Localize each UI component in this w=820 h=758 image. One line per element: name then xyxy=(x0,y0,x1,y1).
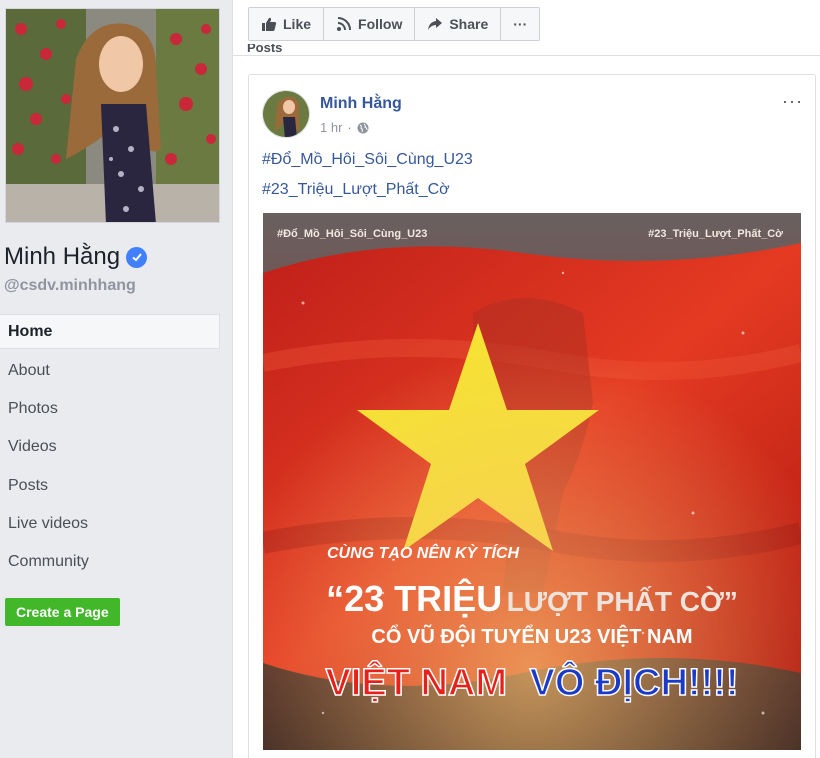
meta-separator: · xyxy=(347,120,352,135)
profile-picture[interactable] xyxy=(5,8,220,223)
page-name-row: Minh Hằng xyxy=(4,243,148,271)
nav-item-live-videos[interactable]: Live videos xyxy=(0,505,220,543)
left-nav: Home About Photos Videos Posts Live vide… xyxy=(0,314,220,581)
nav-item-photos[interactable]: Photos xyxy=(0,390,220,428)
image-line1: CÙNG TẠO NÊN KỲ TÍCH xyxy=(327,543,519,562)
create-page-button[interactable]: Create a Page xyxy=(5,598,120,626)
page-handle[interactable]: @csdv.minhhang xyxy=(4,277,136,295)
page-action-bar: Like Follow Share ··· xyxy=(248,7,541,41)
image-line4a: VIỆT NAM xyxy=(325,660,507,704)
post-options-button[interactable]: ··· xyxy=(782,91,803,112)
like-button[interactable]: Like xyxy=(249,8,325,40)
nav-item-home[interactable]: Home xyxy=(0,314,220,349)
rss-follow-icon xyxy=(337,17,352,31)
image-tag-left: #Đổ_Mồ_Hôi_Sôi_Cùng_U23 xyxy=(277,228,427,240)
post-meta: 1 hr · xyxy=(320,120,369,135)
verified-badge-icon xyxy=(126,246,148,268)
flag-campaign-graphic: #Đổ_Mồ_Hôi_Sôi_Cùng_U23 #23_Triệu_Lượt_P… xyxy=(263,213,801,750)
page-name: Minh Hằng xyxy=(4,243,121,270)
hashtag-link[interactable]: #Đổ_Mồ_Hôi_Sôi_Cùng_U23 xyxy=(262,151,473,169)
nav-item-about[interactable]: About xyxy=(0,352,220,390)
thumbs-up-icon xyxy=(262,17,277,31)
post-author-avatar[interactable] xyxy=(262,90,310,138)
nav-item-posts[interactable]: Posts xyxy=(0,467,220,505)
share-label: Share xyxy=(449,16,489,32)
hashtag-link[interactable]: #23_Triệu_Lượt_Phất_Cờ xyxy=(262,181,450,199)
avatar-image xyxy=(263,91,309,137)
main-column: Like Follow Share ··· Posts Minh Hằng 1 … xyxy=(233,0,820,758)
follow-button[interactable]: Follow xyxy=(324,8,416,40)
follow-label: Follow xyxy=(358,16,403,32)
nav-item-videos[interactable]: Videos xyxy=(0,428,220,466)
post-image[interactable]: #Đổ_Mồ_Hôi_Sôi_Cùng_U23 #23_Triệu_Lượt_P… xyxy=(263,213,801,750)
share-arrow-icon xyxy=(428,18,443,30)
post-card: Minh Hằng 1 hr · ··· #Đổ_Mồ_Hôi_Sôi_Cùng… xyxy=(248,74,816,758)
post-author-name[interactable]: Minh Hằng xyxy=(320,95,402,113)
posts-section-heading: Posts xyxy=(247,44,283,55)
svg-text:VIỆT NAM VÔ ĐỊCH!!!!: VIỆT NAM VÔ ĐỊCH!!!! xyxy=(325,659,738,704)
like-label: Like xyxy=(283,16,312,32)
nav-item-community[interactable]: Community xyxy=(0,543,220,581)
left-column: Minh Hằng @csdv.minhhang Home About Phot… xyxy=(0,0,233,758)
image-tag-right: #23_Triệu_Lượt_Phất_Cờ xyxy=(648,228,783,240)
image-line2a: “23 TRIỆU xyxy=(326,577,502,619)
image-line3: CỔ VŨ ĐỘI TUYỂN U23 VIỆT NAM xyxy=(371,624,692,648)
profile-photo-image xyxy=(6,9,219,222)
globe-icon[interactable] xyxy=(357,122,369,134)
image-line2b: LƯỢT PHẤT CỜ” xyxy=(507,586,738,617)
more-actions-button[interactable]: ··· xyxy=(501,8,539,40)
image-line4b: VÔ ĐỊCH!!!! xyxy=(530,659,739,704)
share-button[interactable]: Share xyxy=(415,8,502,40)
post-timestamp[interactable]: 1 hr xyxy=(320,120,342,135)
divider xyxy=(233,55,820,56)
